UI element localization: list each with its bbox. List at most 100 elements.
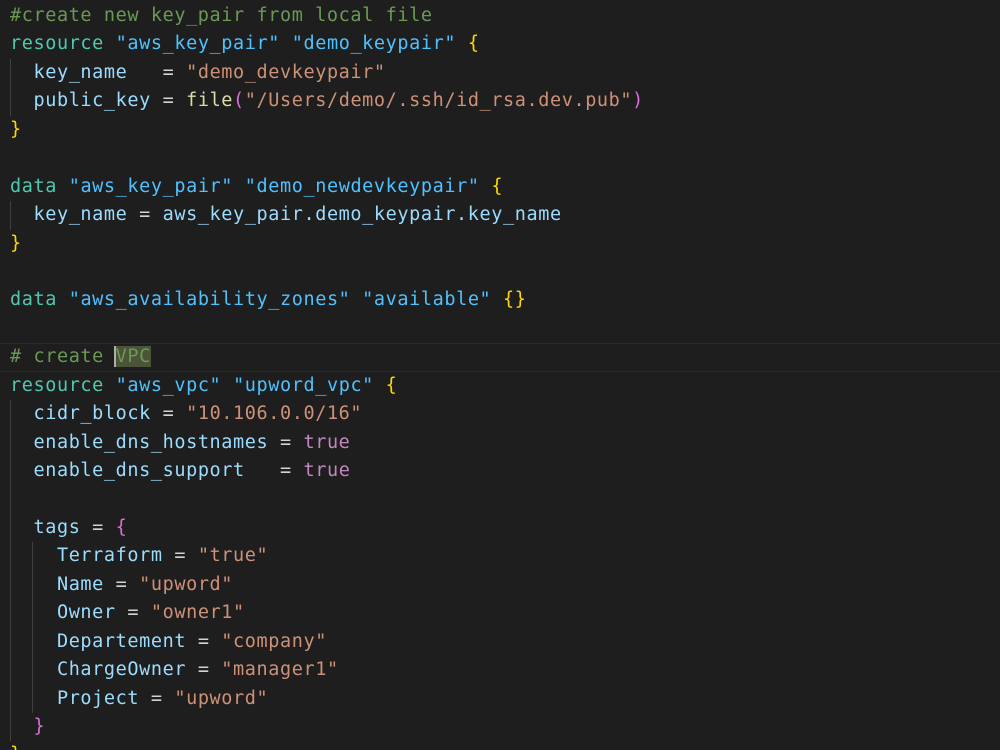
code-token: = [150, 90, 187, 112]
code-token: "true" [197, 545, 269, 567]
code-token: ( [233, 90, 245, 112]
code-token: = [127, 61, 187, 83]
code-line[interactable]: } [10, 116, 1000, 144]
indent-guide [10, 87, 11, 116]
code-token: "upword" [174, 687, 269, 709]
code-token: = [186, 659, 222, 681]
indent-guide [10, 485, 11, 514]
code-token: # create [10, 346, 116, 368]
code-line[interactable]: Terraform = "true" [10, 542, 1000, 571]
code-token: = [80, 516, 116, 538]
code-token: = [127, 204, 163, 226]
indent-guide [10, 428, 11, 457]
code-token: = [244, 460, 304, 481]
code-line[interactable]: data "aws_key_pair" "demo_newdevkeypair"… [10, 173, 1000, 201]
code-editor[interactable]: #create new key_pair from local file reso… [0, 0, 1000, 750]
code-token: "10.106.0.0/16" [186, 403, 363, 425]
indent-guide [10, 513, 11, 543]
code-token: "upword" [139, 573, 234, 595]
code-token: {} [503, 289, 527, 311]
code-token: public_key [33, 90, 151, 112]
code-line[interactable]: enable_dns_support = true [10, 457, 1000, 486]
code-token: = [103, 573, 140, 595]
indent-guide [32, 627, 33, 657]
code-line[interactable]: # create VPC [0, 343, 1000, 371]
code-line[interactable]: } [10, 230, 1000, 258]
code-line[interactable] [10, 258, 1000, 286]
code-line[interactable]: cidr_block = "10.106.0.0/16" [10, 400, 1000, 429]
code-line[interactable]: Owner = "owner1" [10, 599, 1000, 628]
code-token: "/Users/demo/.ssh/id_rsa.dev.pub" [244, 90, 633, 112]
code-token: data [10, 175, 57, 197]
indent-guide [32, 684, 33, 713]
code-token: = [115, 602, 151, 624]
indent-guide [10, 201, 11, 230]
code-token: "aws_key_pair" [68, 175, 234, 197]
code-token: Name [56, 573, 104, 595]
code-token: } [10, 118, 22, 140]
indent-guide [10, 656, 11, 685]
code-token: } [10, 232, 22, 254]
code-line[interactable]: resource "aws_vpc" "upword_vpc" { [10, 372, 1000, 400]
code-area[interactable]: #create new key_pair from local file reso… [10, 2, 1000, 750]
code-line[interactable] [10, 144, 1000, 172]
code-line[interactable]: resource "aws_key_pair" "demo_keypair" { [10, 30, 1000, 58]
indent-guide [10, 58, 11, 88]
code-line[interactable]: Name = "upword" [10, 570, 1000, 600]
code-token: { [467, 33, 480, 55]
code-token: { [385, 374, 398, 396]
code-token: tags [33, 516, 81, 538]
code-line[interactable]: data "aws_availability_zones" "available… [10, 286, 1000, 314]
code-token: Owner [56, 602, 116, 624]
code-line[interactable]: #create new key_pair from local file [10, 2, 1000, 30]
code-line[interactable]: tags = { [10, 513, 1000, 543]
code-line[interactable]: } [10, 712, 1000, 742]
code-token: key_name [33, 204, 128, 226]
code-token: #create new key_pair from local file [10, 5, 433, 26]
code-token: = [139, 687, 175, 709]
indent-guide [10, 542, 11, 571]
code-token: { [115, 516, 128, 538]
code-token: { [491, 175, 504, 197]
code-token: = [162, 545, 198, 567]
indent-guide [10, 457, 11, 486]
code-line[interactable]: enable_dns_hostnames = true [10, 428, 1000, 457]
code-line[interactable]: Departement = "company" [10, 627, 1000, 657]
code-token: "demo_keypair" [291, 33, 457, 55]
code-token: "upword_vpc" [233, 374, 374, 396]
code-line[interactable]: key_name = aws_key_pair.demo_keypair.key… [10, 201, 1000, 230]
indent-guide [10, 599, 11, 628]
code-line[interactable]: } [10, 741, 1000, 750]
code-token: } [33, 715, 46, 737]
code-line[interactable] [10, 315, 1000, 343]
indent-guide [10, 400, 11, 429]
code-token: ) [632, 90, 644, 112]
code-line[interactable]: public_key = file("/Users/demo/.ssh/id_r… [10, 87, 1000, 116]
code-token: "aws_availability_zones" [68, 289, 351, 311]
code-token: enable_dns_support [33, 460, 245, 481]
code-line[interactable]: key_name = "demo_devkeypair" [10, 58, 1000, 88]
code-line[interactable]: ChargeOwner = "manager1" [10, 656, 1000, 685]
indent-guide [10, 570, 11, 600]
code-line[interactable]: Project = "upword" [10, 684, 1000, 713]
code-line[interactable] [10, 485, 1000, 514]
indent-guide [32, 599, 33, 628]
code-token: ChargeOwner [56, 659, 187, 681]
